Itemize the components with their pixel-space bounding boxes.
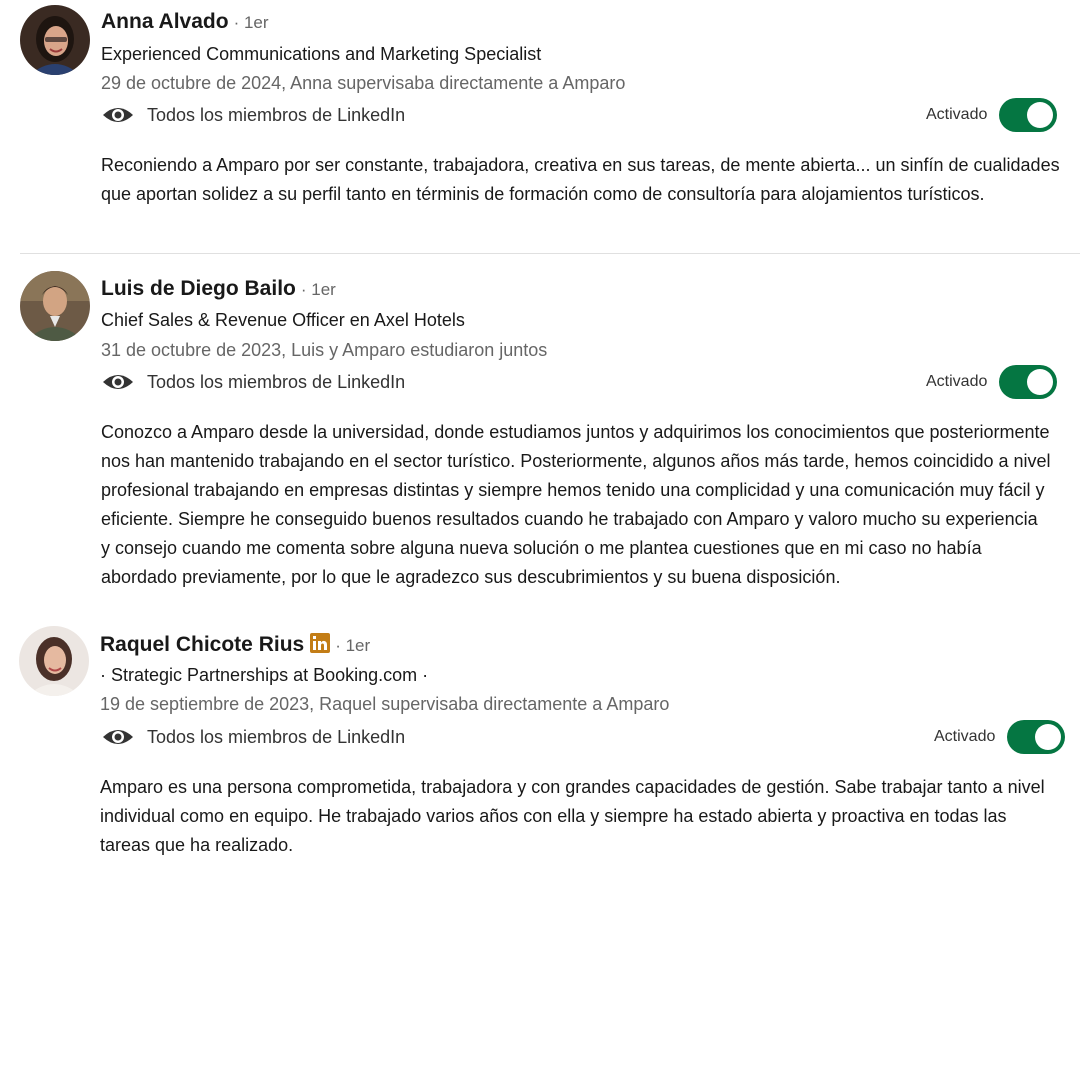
recommender-headline: Chief Sales & Revenue Officer en Axel Ho… [101,310,465,330]
recommendation-text: Reconiendo a Amparo por ser constante, t… [101,155,1060,204]
eye-icon [103,730,133,744]
toggle-switch[interactable] [999,98,1058,132]
relationship-date: 31 de octubre de 2023, Luis y Amparo est… [101,340,548,360]
visibility-label: Todos los miembros de LinkedIn [147,104,406,125]
toggle-label: Activado [926,373,988,390]
recommender-name[interactable]: Luis de Diego Bailo [101,277,296,301]
connection-degree: · 1er [335,636,371,655]
toggle-knob [1027,102,1054,128]
toggle-label: Activado [926,106,988,123]
recommender-name[interactable]: Raquel Chicote Rius [100,633,304,657]
avatar[interactable] [19,626,89,696]
linkedin-premium-icon [310,633,331,653]
toggle-knob [1027,369,1054,395]
toggle-switch[interactable] [999,365,1058,399]
connection-degree: · 1er [300,280,336,299]
recommendation-text: Amparo es una persona comprometida, trab… [100,777,1045,855]
visibility-setting: Todos los miembros de LinkedIn [101,371,405,393]
eye-icon [103,375,133,389]
avatar[interactable] [20,5,90,75]
relationship-date: 29 de octubre de 2024, Anna supervisaba … [101,73,626,93]
visibility-setting: Todos los miembros de LinkedIn [101,104,405,126]
display-toggle[interactable]: Activado [926,365,1058,399]
recommender-headline: Experienced Communications and Marketing… [101,44,542,64]
display-toggle[interactable]: Activado [926,98,1058,132]
eye-icon [103,108,133,122]
recommender-name[interactable]: Anna Alvado [101,10,229,34]
toggle-switch[interactable] [1007,720,1066,754]
divider [20,253,1080,254]
recommender-headline: · Strategic Partnerships at Booking.com … [100,665,429,685]
toggle-knob [1035,724,1062,750]
visibility-label: Todos los miembros de LinkedIn [147,726,406,747]
recommendation-text: Conozco a Amparo desde la universidad, d… [101,422,1051,587]
toggle-label: Activado [934,728,996,745]
visibility-label: Todos los miembros de LinkedIn [147,371,406,392]
visibility-setting: Todos los miembros de LinkedIn [101,726,405,748]
display-toggle[interactable]: Activado [934,720,1066,754]
avatar[interactable] [20,271,90,341]
connection-degree: · 1er [233,13,269,32]
relationship-date: 19 de septiembre de 2023, Raquel supervi… [100,694,670,714]
